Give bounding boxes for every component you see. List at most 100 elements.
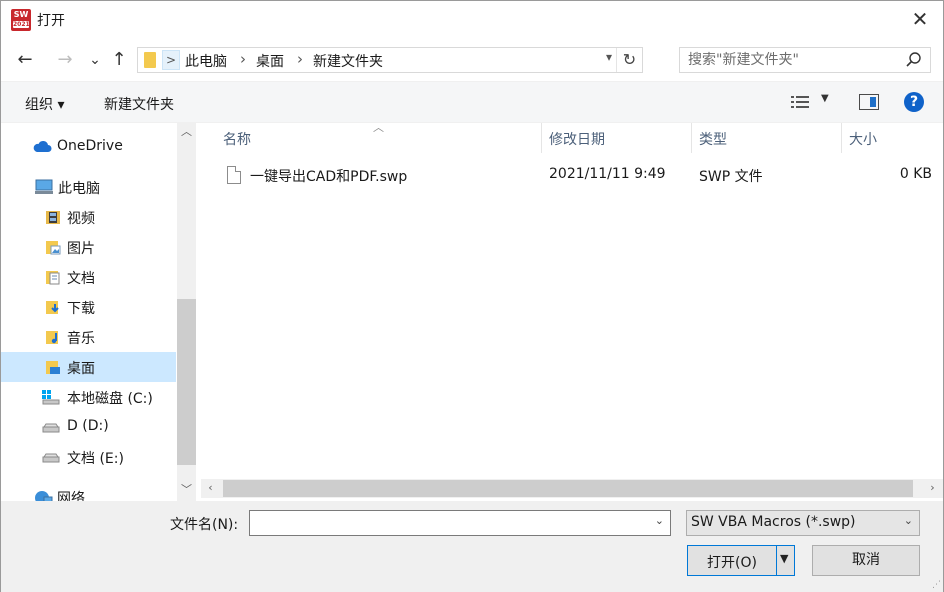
sidebar-item-label: 文档 <box>67 271 95 287</box>
navigation-pane-scrollbar[interactable]: ︿ ﹀ <box>177 123 196 501</box>
column-header-date-modified[interactable]: 修改日期 <box>549 129 605 149</box>
file-type-filter-select[interactable]: SW VBA Macros (*.swp) ⌄ <box>686 510 920 536</box>
file-type-filter-value: SW VBA Macros (*.swp) <box>691 514 856 530</box>
dialog-footer: 文件名(N): ⌄ SW VBA Macros (*.swp) ⌄ 打开(O) … <box>1 501 943 592</box>
sidebar-item-label: 图片 <box>67 241 95 257</box>
organize-button[interactable]: 组织 ▾ <box>25 94 64 114</box>
sidebar-item-drive-d[interactable]: D (D:) <box>1 412 176 442</box>
filename-label: 文件名(N): <box>170 517 239 533</box>
chevron-down-icon[interactable]: ⌄ <box>655 514 664 527</box>
scroll-left-icon[interactable]: ‹ <box>201 479 220 497</box>
cloud-icon <box>33 140 52 152</box>
column-header-name[interactable]: 名称 <box>223 129 251 149</box>
sort-ascending-icon: ︿ <box>373 121 384 134</box>
address-bar[interactable]: > 此电脑 › 桌面 › 新建文件夹 ▾ ↻ <box>137 47 643 73</box>
cancel-button[interactable]: 取消 <box>812 545 920 576</box>
sidebar-item-downloads[interactable]: 下载 <box>1 292 176 322</box>
file-row[interactable]: 一键导出CAD和PDF.swp 2021/11/11 9:49 SWP 文件 0… <box>223 163 939 189</box>
file-size: 0 KB <box>899 166 932 182</box>
search-icon <box>906 52 921 67</box>
sidebar-item-videos[interactable]: 视频 <box>1 202 176 232</box>
close-button[interactable]: ✕ <box>897 1 943 39</box>
file-type: SWP 文件 <box>699 169 763 185</box>
file-date-modified: 2021/11/11 9:49 <box>549 166 666 182</box>
sidebar-item-drive-e[interactable]: 文档 (E:) <box>1 442 176 472</box>
navigation-bar: ← → ⌄ ↑ > 此电脑 › 桌面 › 新建文件夹 ▾ ↻ <box>1 39 943 81</box>
pictures-folder-icon <box>46 241 61 255</box>
sidebar-item-music[interactable]: 音乐 <box>1 322 176 352</box>
refresh-button[interactable]: ↻ <box>616 48 642 72</box>
search-box[interactable] <box>679 47 931 73</box>
chevron-right-icon[interactable]: > <box>162 50 180 70</box>
sidebar-item-label: 文档 (E:) <box>67 451 124 467</box>
title-bar: SW 2021 打开 ✕ <box>1 1 943 39</box>
breadcrumb-new-folder[interactable]: 新建文件夹 <box>313 51 383 71</box>
sidebar-item-label: 视频 <box>67 211 95 227</box>
open-file-dialog: SW 2021 打开 ✕ ← → ⌄ ↑ > 此电脑 › 桌面 › 新建文件夹 … <box>0 0 944 592</box>
network-icon <box>35 491 53 501</box>
file-list-horizontal-scrollbar[interactable]: ‹ › <box>201 479 943 498</box>
sidebar-item-onedrive[interactable]: OneDrive <box>1 132 176 162</box>
breadcrumb-this-pc[interactable]: 此电脑 <box>185 51 227 71</box>
sidebar-item-label: D (D:) <box>67 418 109 434</box>
drive-icon <box>42 453 60 463</box>
navigation-pane: OneDrive 此电脑 视频 图片 文档 下载 音乐 桌面 本地磁盘 (C:)… <box>1 123 197 501</box>
sidebar-item-documents[interactable]: 文档 <box>1 262 176 292</box>
sidebar-item-label: 音乐 <box>67 331 95 347</box>
forward-button[interactable]: → <box>53 49 77 71</box>
scroll-up-icon[interactable]: ︿ <box>177 123 196 141</box>
music-folder-icon <box>46 331 58 344</box>
column-header-size[interactable]: 大小 <box>849 129 877 149</box>
file-name: 一键导出CAD和PDF.swp <box>250 169 408 185</box>
computer-icon <box>35 179 53 194</box>
scrollbar-thumb[interactable] <box>223 480 913 497</box>
sidebar-item-label: OneDrive <box>57 138 123 154</box>
chevron-down-icon[interactable]: ▾ <box>606 50 612 64</box>
app-icon-year: 2021 <box>13 21 30 28</box>
solidworks-app-icon: SW 2021 <box>11 9 31 31</box>
column-divider[interactable] <box>691 123 692 153</box>
scrollbar-thumb[interactable] <box>177 299 196 465</box>
split-divider <box>776 546 777 575</box>
scroll-down-icon[interactable]: ﹀ <box>177 481 196 499</box>
column-divider[interactable] <box>841 123 842 153</box>
up-button[interactable]: ↑ <box>107 49 131 71</box>
open-button-label: 打开(O) <box>707 555 757 571</box>
sidebar-item-this-pc[interactable]: 此电脑 <box>1 172 176 202</box>
new-folder-button[interactable]: 新建文件夹 <box>104 94 174 114</box>
filename-combobox[interactable]: ⌄ <box>249 510 671 536</box>
help-icon[interactable]: ? <box>904 92 924 112</box>
app-icon-text: SW <box>13 10 29 19</box>
sidebar-item-drive-c[interactable]: 本地磁盘 (C:) <box>1 382 176 412</box>
video-folder-icon <box>46 211 60 224</box>
chevron-right-icon[interactable]: › <box>297 50 303 68</box>
view-options-chevron-icon[interactable]: ▼ <box>821 93 829 104</box>
search-input[interactable] <box>680 48 900 72</box>
breadcrumb-desktop[interactable]: 桌面 <box>256 51 284 71</box>
recent-locations-button[interactable]: ⌄ <box>83 49 107 71</box>
sidebar-item-desktop[interactable]: 桌面 <box>1 352 176 382</box>
filename-input[interactable] <box>250 511 640 535</box>
file-list-pane: ︿ 名称 修改日期 类型 大小 一键导出CAD和PDF.swp 2021/11/… <box>201 121 943 501</box>
sidebar-item-label: 下载 <box>67 301 95 317</box>
preview-pane-icon[interactable] <box>859 94 879 110</box>
file-icon <box>227 166 241 184</box>
desktop-folder-icon <box>46 361 60 374</box>
folder-icon <box>144 52 156 68</box>
downloads-folder-icon <box>46 301 59 314</box>
sidebar-item-pictures[interactable]: 图片 <box>1 232 176 262</box>
sidebar-item-label: 本地磁盘 (C:) <box>67 391 153 407</box>
back-button[interactable]: ← <box>13 49 37 71</box>
chevron-right-icon[interactable]: › <box>240 50 246 68</box>
open-options-chevron-icon[interactable]: ▼ <box>780 552 788 565</box>
sidebar-item-network[interactable]: 网络 <box>1 482 176 501</box>
scroll-right-icon[interactable]: › <box>923 479 942 497</box>
view-details-icon[interactable] <box>791 95 809 109</box>
column-header-type[interactable]: 类型 <box>699 129 727 149</box>
drive-c-icon <box>42 390 60 405</box>
resize-grip-icon[interactable]: ⋰ <box>932 580 941 590</box>
sidebar-item-label: 网络 <box>57 491 85 501</box>
open-button[interactable]: 打开(O) ▼ <box>687 545 795 576</box>
dialog-title: 打开 <box>37 13 65 29</box>
column-divider[interactable] <box>541 123 542 153</box>
